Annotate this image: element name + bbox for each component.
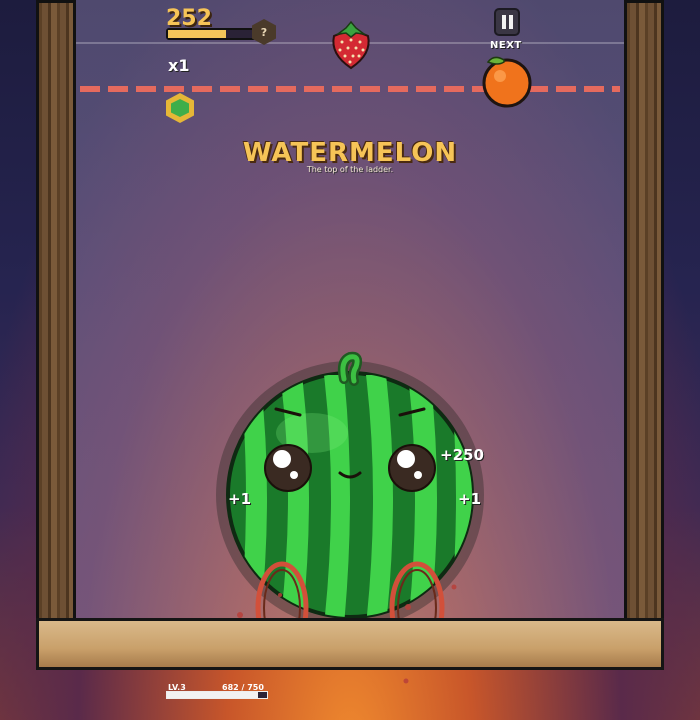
score-popup: +250: [440, 446, 484, 464]
score-popup: +1: [458, 490, 482, 508]
danger-line: [80, 86, 620, 92]
pause-button[interactable]: [494, 8, 520, 36]
score-progress-fill: [168, 30, 227, 38]
orange-icon: [482, 56, 532, 108]
fruit-subtitle: The top of the ladder.: [306, 165, 394, 174]
score-popup: +1: [228, 490, 252, 508]
xp-progress-fill: [167, 692, 258, 698]
left-wooden-post: [36, 0, 76, 640]
next-label: NEXT: [490, 40, 522, 51]
strawberry-icon[interactable]: [326, 18, 376, 70]
score-progress-bar: [166, 28, 256, 40]
fruit-title: WATERMELON: [242, 138, 458, 168]
right-wooden-post: [624, 0, 664, 640]
xp-progress-bar: [166, 691, 268, 699]
combo-multiplier: x1: [168, 56, 190, 75]
container-floor: [36, 618, 664, 670]
